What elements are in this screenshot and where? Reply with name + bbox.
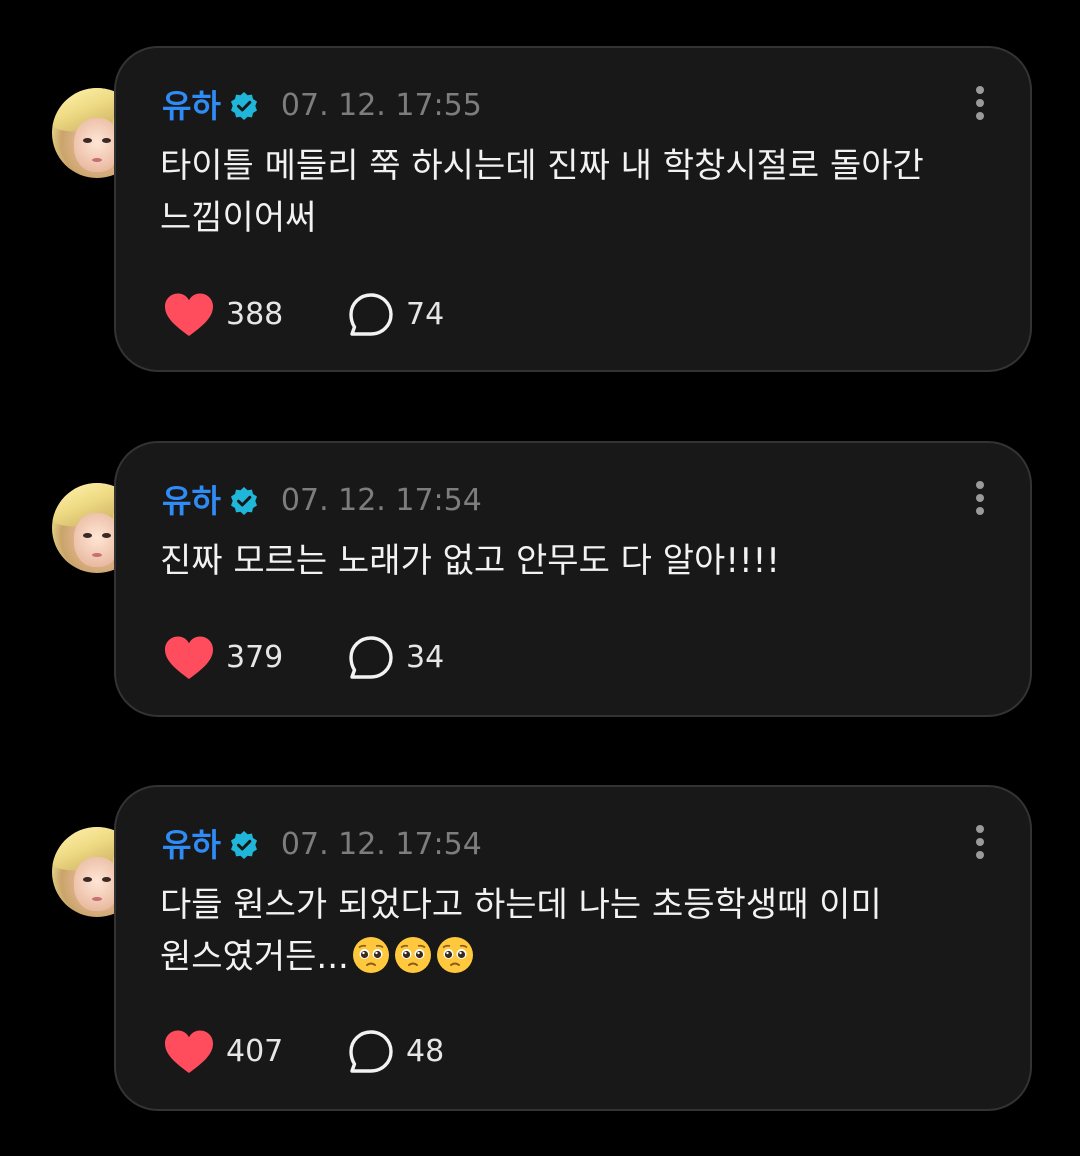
more-vertical-icon[interactable] [970, 481, 990, 517]
comment-button[interactable]: 74 [348, 290, 444, 340]
post-header: 유하 07. 12. 17:55 [162, 86, 482, 126]
post-card: 유하 07. 12. 17:55 타이틀 메들리 쭉 하시는데 진짜 내 학창시… [114, 46, 1032, 372]
post-text-content: 타이틀 메들리 쭉 하시는데 진짜 내 학창시절로 돌아간 느낌이어써 [160, 146, 924, 238]
comment-button[interactable]: 48 [348, 1027, 444, 1077]
like-count: 379 [226, 640, 284, 675]
post-text: 타이틀 메들리 쭉 하시는데 진짜 내 학창시절로 돌아간 느낌이어써 [160, 140, 990, 244]
heart-icon [165, 293, 213, 336]
comment-count: 34 [406, 640, 445, 675]
comment-bubble-icon [349, 293, 393, 336]
like-count: 407 [226, 1034, 284, 1069]
like-button[interactable]: 407 [164, 1027, 348, 1077]
username[interactable]: 유하 [162, 86, 221, 126]
post-header: 유하 07. 12. 17:54 [162, 481, 482, 521]
more-vertical-icon[interactable] [970, 825, 990, 861]
timestamp: 07. 12. 17:55 [280, 88, 482, 123]
post-actions: 379 34 [164, 633, 444, 683]
heart-icon [165, 636, 213, 679]
post-card: 유하 07. 12. 17:54 진짜 모르는 노래가 없고 안무도 다 알아!… [114, 441, 1032, 717]
more-vertical-icon[interactable] [970, 86, 990, 122]
username[interactable]: 유하 [162, 825, 221, 865]
comment-bubble-icon [349, 1030, 393, 1073]
post-header: 유하 07. 12. 17:54 [162, 825, 482, 865]
username[interactable]: 유하 [162, 481, 221, 521]
timestamp: 07. 12. 17:54 [280, 483, 482, 518]
comment-count: 74 [406, 297, 445, 332]
pleading-face-icon [394, 937, 431, 973]
post-text-content: 진짜 모르는 노래가 없고 안무도 다 알아!!!! [160, 541, 780, 581]
post-card: 유하 07. 12. 17:54 다들 원스가 되었다고 하는데 나는 초등학생… [114, 785, 1032, 1111]
post-actions: 388 74 [164, 290, 444, 340]
like-count: 388 [226, 297, 284, 332]
like-button[interactable]: 379 [164, 633, 348, 683]
comment-button[interactable]: 34 [348, 633, 444, 683]
timestamp: 07. 12. 17:54 [280, 827, 482, 862]
heart-icon [165, 1030, 213, 1073]
post-text: 진짜 모르는 노래가 없고 안무도 다 알아!!!! [160, 535, 990, 587]
like-button[interactable]: 388 [164, 290, 348, 340]
verified-badge-icon [230, 92, 257, 120]
comment-count: 48 [406, 1034, 445, 1069]
comment-bubble-icon [349, 636, 393, 679]
pleading-face-icon [352, 937, 389, 973]
pleading-face-icon [436, 937, 473, 973]
verified-badge-icon [230, 831, 257, 859]
post-text: 다들 원스가 되었다고 하는데 나는 초등학생때 이미 원스였거든...🥺🥺🥺 [160, 879, 990, 994]
post-actions: 407 48 [164, 1027, 444, 1077]
verified-badge-icon [230, 487, 257, 515]
post-text-content: 다들 원스가 되었다고 하는데 나는 초등학생때 이미 원스였거든... [160, 885, 882, 977]
